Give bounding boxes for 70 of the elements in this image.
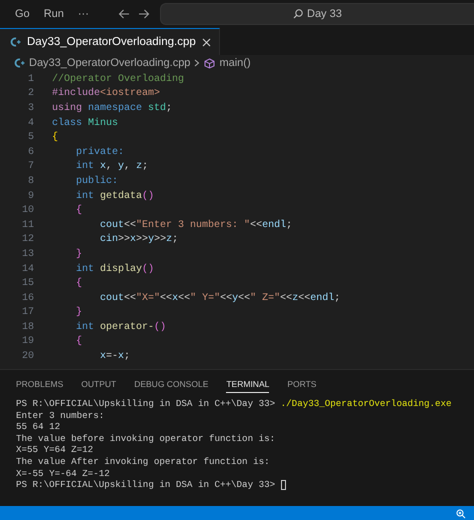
terminal-command: ./Day33_OperatorOverloading.exe (280, 398, 452, 410)
terminal-line: PS R:\OFFICIAL\Upskilling in DSA in C++\Day 33> (16, 479, 276, 491)
code-line: class Minus (52, 118, 118, 129)
line-number: 5 (26, 132, 34, 144)
cpp-file-icon (14, 58, 25, 68)
code-line: } (75, 248, 82, 260)
line-number: 18 (20, 322, 34, 333)
search-field[interactable]: Day 33 (160, 3, 474, 25)
line-number: 12 (20, 234, 34, 246)
line-number: 11 (20, 220, 34, 231)
panel-tab[interactable]: DEBUG CONSOLE (134, 376, 208, 392)
code-line: int getdata() (75, 190, 154, 202)
line-number: 9 (26, 190, 34, 202)
code-line: cout<<"Enter 3 numbers: "<<endl; (99, 220, 292, 231)
panel-tab[interactable]: OUTPUT (81, 376, 116, 392)
line-number: 17 (20, 307, 34, 318)
code-line: cin>>x>>y>>z; (99, 234, 178, 246)
terminal-line: Enter 3 numbers: (16, 410, 104, 422)
menu-item[interactable]: Go (8, 8, 37, 20)
line-number: 2 (26, 88, 34, 100)
line-number: 16 (20, 292, 34, 304)
code-line: { (75, 336, 82, 348)
zoom-icon[interactable] (456, 508, 466, 518)
line-number: 10 (20, 205, 34, 216)
code-line: public: (75, 176, 118, 187)
line-number: 1 (26, 74, 34, 85)
terminal-line: The value before invoking operator function is: (16, 432, 276, 444)
cube-icon (204, 58, 216, 68)
menu-item[interactable]: ··· (70, 8, 96, 20)
code-line: cout<<"X="<<x<<" Y="<<y<<" Z="<<z<<endl; (99, 292, 340, 304)
line-number: 7 (26, 161, 34, 172)
code-line: int display() (75, 264, 154, 275)
chevron-icon (194, 59, 200, 67)
terminal-line: X=-55 Y=-64 Z=-12 (16, 468, 110, 480)
terminal-line: 55 64 12 (16, 421, 60, 433)
menu-item[interactable]: Run (36, 8, 71, 20)
line-number: 3 (26, 102, 34, 114)
terminal-line: The value After invoking operator function is: (16, 456, 270, 468)
line-number: 4 (26, 118, 34, 129)
line-number: 20 (20, 351, 34, 362)
line-number: 8 (26, 176, 34, 187)
terminal-line: X=55 Y=64 Z=12 (16, 444, 94, 456)
panel-tab[interactable]: PROBLEMS (16, 376, 64, 392)
line-number: 13 (20, 248, 34, 260)
panel-tab[interactable]: TERMINAL (226, 376, 270, 392)
code-line: int operator-() (75, 322, 166, 333)
code-line: x=-x; (99, 351, 130, 362)
code-line: using namespace std; (52, 102, 172, 114)
line-number: 15 (20, 278, 34, 290)
line-number: 14 (20, 264, 34, 275)
close-icon[interactable] (202, 38, 211, 46)
search-icon (293, 9, 303, 19)
code-line: //Operator Overloading (52, 74, 184, 85)
code-line: { (52, 132, 58, 144)
editor-tab[interactable]: Day33_OperatorOverloading.cpp (0, 28, 220, 55)
code-line: } (75, 307, 82, 318)
code-line: { (75, 205, 82, 216)
breadcrumb-item[interactable]: main() (219, 57, 251, 69)
code-line: #include<iostream> (52, 88, 160, 100)
code-line: { (75, 278, 82, 290)
cpp-file-icon (10, 37, 21, 47)
breadcrumb-item[interactable]: Day33_OperatorOverloading.cpp (29, 57, 190, 69)
terminal-line: PS R:\OFFICIAL\Upskilling in DSA in C++\Day 33> (16, 398, 276, 410)
line-number: 19 (20, 336, 34, 348)
code-line: private: (75, 146, 124, 158)
code-line: int x, y, z; (75, 161, 148, 172)
forward-arrow-icon[interactable] (138, 9, 150, 19)
line-number: 6 (26, 146, 34, 158)
back-arrow-icon[interactable] (118, 9, 130, 19)
panel-tab[interactable]: PORTS (287, 376, 316, 392)
